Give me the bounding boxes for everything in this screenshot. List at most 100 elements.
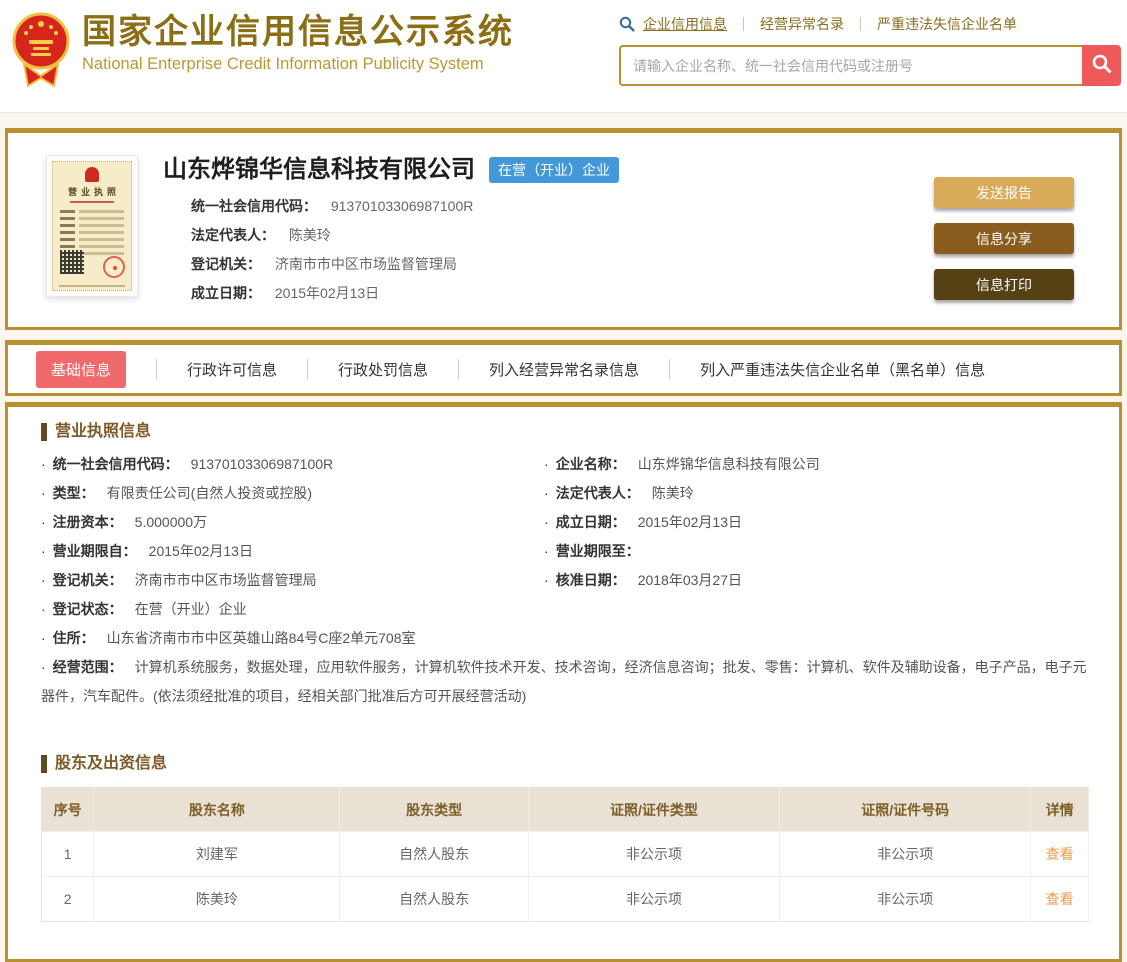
info-value: 有限责任公司(自然人投资或控股) [107,485,312,501]
cell-cert-type: 非公示项 [528,832,779,877]
national-emblem-logo [10,10,72,101]
column-header-cert-number: 证照/证件号码 [780,788,1031,832]
info-row: 营业期限自： 2015年02月13日 营业期限至： [41,537,1089,566]
company-name: 山东烨锦华信息科技有限公司 [163,155,475,185]
license-title: 营业执照 [64,185,120,198]
info-label: 登记状态： [41,601,123,617]
cell-cert-number: 非公示项 [780,877,1031,922]
field-label: 统一社会信用代码： [191,198,317,214]
cell-cert-type: 非公示项 [528,877,779,922]
cell-shareholder-name: 刘建军 [94,832,340,877]
table-row: 1 刘建军 自然人股东 非公示项 非公示项 查看 [42,832,1089,877]
cell-shareholder-type: 自然人股东 [340,877,528,922]
info-label: 法定代表人： [544,485,640,501]
action-buttons: 发送报告 信息分享 信息打印 [934,177,1074,303]
company-status-badge: 在营（开业）企业 [489,157,619,183]
search-icon [619,16,635,32]
info-value: 在营（开业）企业 [135,601,247,617]
search-bar [619,45,1121,86]
business-license-image: 营业执照 [52,161,132,291]
cell-index: 2 [42,877,94,922]
tab-divider [669,359,670,379]
tab-blacklist[interactable]: 列入严重违法失信企业名单（黑名单）信息 [700,351,985,388]
column-header-index: 序号 [42,788,94,832]
send-report-button[interactable]: 发送报告 [934,177,1074,208]
info-value: 2015年02月13日 [638,514,742,530]
info-row: 注册资本： 5.000000万 成立日期： 2015年02月13日 [41,508,1089,537]
site-subtitle: National Enterprise Credit Information P… [82,55,514,74]
basic-info-panel: 营业执照信息 统一社会信用代码：91370103306987100R 企业名称：… [5,402,1122,962]
info-label: 企业名称： [544,456,626,472]
search-input[interactable] [619,45,1082,86]
cell-shareholder-name: 陈美玲 [94,877,340,922]
cell-shareholder-type: 自然人股东 [340,832,528,877]
info-value: 5.000000万 [135,514,207,530]
info-label: 核准日期： [544,572,626,588]
field-label: 法定代表人： [191,227,275,243]
info-label: 经营范围： [41,659,123,675]
site-brand: 国家企业信用信息公示系统 National Enterprise Credit … [10,10,514,112]
tab-admin-license[interactable]: 行政许可信息 [187,351,277,388]
company-info: 山东烨锦华信息科技有限公司 在营（开业）企业 统一社会信用代码： 9137010… [163,155,934,303]
nav-abnormal-list-link[interactable]: 经营异常名录 [760,14,844,34]
company-field-row: 法定代表人： 陈美玲 [191,221,934,250]
nav-blacklist-link[interactable]: 严重违法失信企业名单 [877,14,1017,34]
quick-nav: 企业信用信息 经营异常名录 严重违法失信企业名单 [619,12,1121,36]
field-value: 陈美玲 [289,227,331,243]
info-row: 登记状态： 在营（开业）企业 [41,595,1089,624]
tab-divider [156,359,157,379]
tab-basic-info[interactable]: 基础信息 [36,351,126,388]
info-value: 陈美玲 [652,485,694,501]
column-header-shareholder-type: 股东类型 [340,788,528,832]
company-summary-card: 营业执照 山东烨锦华信息科技有限公司 在营（开业）企业 统一社会信用代码： [5,128,1122,330]
search-button[interactable] [1082,45,1121,86]
business-scope-row: 经营范围：计算机系统服务，数据处理，应用软件服务，计算机软件技术开发、技术咨询，… [41,653,1089,711]
company-field-row: 统一社会信用代码： 91370103306987100R [191,192,934,221]
license-emblem-icon [85,167,99,182]
license-footer-line [59,285,125,287]
section-title-shareholders: 股东及出资信息 [41,755,1089,773]
cell-cert-number: 非公示项 [780,832,1031,877]
view-detail-link[interactable]: 查看 [1046,846,1074,862]
info-value: 2015年02月13日 [149,543,253,559]
info-label: 注册资本： [41,514,123,530]
info-label: 登记机关： [41,572,123,588]
section-title-business-license: 营业执照信息 [41,423,1089,441]
field-label: 登记机关： [191,256,261,272]
site-header: 国家企业信用信息公示系统 National Enterprise Credit … [0,0,1127,113]
license-red-stamp [103,256,125,278]
table-row: 2 陈美玲 自然人股东 非公示项 非公示项 查看 [42,877,1089,922]
field-value: 91370103306987100R [331,198,473,214]
column-header-shareholder-name: 股东名称 [94,788,340,832]
info-row: 住所： 山东省济南市市中区英雄山路84号C座2单元708室 [41,624,1089,653]
info-label: 成立日期： [544,514,626,530]
nav-divider [860,17,861,31]
info-label: 统一社会信用代码： [41,456,179,472]
license-qr-code [60,250,84,274]
view-detail-link[interactable]: 查看 [1046,891,1074,907]
tab-bar: 基础信息 行政许可信息 行政处罚信息 列入经营异常名录信息 列入严重违法失信企业… [5,340,1122,396]
info-value: 山东烨锦华信息科技有限公司 [638,456,820,472]
company-field-row: 成立日期： 2015年02月13日 [191,279,934,308]
cell-index: 1 [42,832,94,877]
site-title: 国家企业信用信息公示系统 [82,12,514,52]
info-value: 计算机系统服务，数据处理，应用软件服务，计算机软件技术开发、技术咨询，经济信息咨… [41,659,1087,704]
info-label: 营业期限自： [41,543,137,559]
tab-abnormal-list[interactable]: 列入经营异常名录信息 [489,351,639,388]
shareholders-section: 股东及出资信息 序号 股东名称 股东类型 证照/证件类型 证照/证件号码 详情 … [41,755,1089,922]
table-header-row: 序号 股东名称 股东类型 证照/证件类型 证照/证件号码 详情 [42,788,1089,832]
share-info-button[interactable]: 信息分享 [934,223,1074,254]
info-label: 营业期限至： [544,543,640,559]
column-header-cert-type: 证照/证件类型 [528,788,779,832]
nav-enterprise-credit-link[interactable]: 企业信用信息 [643,14,727,34]
info-row: 类型： 有限责任公司(自然人投资或控股) 法定代表人： 陈美玲 [41,479,1089,508]
info-value: 山东省济南市市中区英雄山路84号C座2单元708室 [107,630,416,646]
field-label: 成立日期： [191,285,261,301]
print-info-button[interactable]: 信息打印 [934,269,1074,300]
info-row: 登记机关：济南市市中区市场监督管理局 核准日期：2018年03月27日 [41,566,1089,595]
info-label: 住所： [41,630,95,646]
nav-divider [743,17,744,31]
info-label: 类型： [41,485,95,501]
tab-admin-penalty[interactable]: 行政处罚信息 [338,351,428,388]
business-license-info-grid: 统一社会信用代码：91370103306987100R 企业名称：山东烨锦华信息… [41,450,1089,711]
